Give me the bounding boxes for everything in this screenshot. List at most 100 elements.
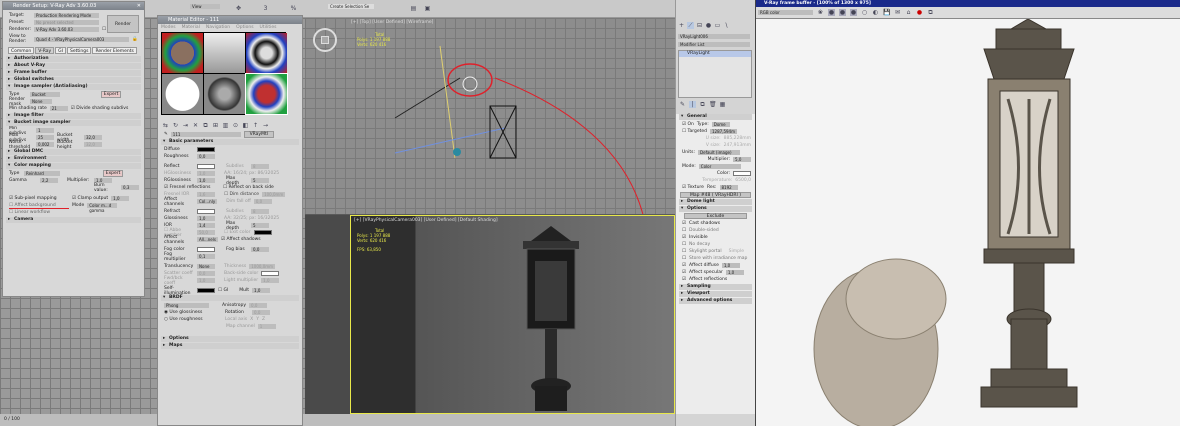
camera-viewport[interactable]: [+] [VRayPhysicalCamera003] [User Define… [350, 215, 675, 414]
option-checkbox[interactable]: ☐ Skylight portal Simple [676, 248, 755, 255]
reflect-affect-channels-dropdown[interactable]: Col...nly [197, 199, 218, 204]
texture-checkbox[interactable]: ☑ Texture [682, 185, 704, 190]
hierarchy-tab-icon[interactable]: ⊟ [696, 22, 703, 29]
refract-subdivs-spinner[interactable]: 8 [251, 209, 269, 214]
fresnel-checkbox[interactable]: ☑ Fresnel reflections [164, 185, 220, 190]
use-roughness-radio[interactable]: ○ Use roughness [164, 317, 222, 322]
color-mapping-type-dropdown[interactable]: Reinhard [24, 171, 60, 176]
burn-value-spinner[interactable]: 0,3 [121, 185, 139, 190]
back-side-swatch[interactable] [261, 271, 280, 276]
multiplier-spinner[interactable]: 5,0 [733, 157, 751, 162]
display-tab-icon[interactable]: ▭ [714, 22, 721, 29]
color-icon[interactable]: ❀ [817, 9, 824, 16]
tab-settings[interactable]: Settings [67, 47, 92, 54]
min-shading-rate-spinner[interactable]: 21 [49, 106, 68, 111]
render-button[interactable]: Render [107, 15, 139, 33]
fog-multiplier-spinner[interactable]: 0,1 [197, 254, 215, 259]
exit-color-checkbox[interactable]: ☐ Exit color [224, 230, 251, 235]
light-color-swatch[interactable] [733, 171, 751, 176]
units-dropdown[interactable]: Default (image) [698, 150, 741, 155]
light-multiplier-spinner[interactable]: 1,0 [261, 278, 280, 283]
dim-distance-spinner[interactable]: 100,0mm [262, 192, 286, 197]
rollout-global-dmc[interactable]: Global DMC [6, 149, 141, 155]
light-type-dropdown[interactable]: Dome [711, 122, 730, 127]
option-checkbox[interactable]: ☑ Affect diffuse 1,0 [676, 262, 755, 269]
linear-workflow-checkbox[interactable]: ☐ Linear workflow [9, 210, 50, 215]
rollout-general[interactable]: General [679, 114, 752, 120]
utilities-tab-icon[interactable]: \ [723, 22, 730, 29]
reflect-swatch[interactable] [197, 164, 215, 169]
res-spinner[interactable]: 8192 [719, 185, 738, 190]
eyedropper-icon[interactable]: ✎ [164, 132, 168, 137]
reset-icon[interactable]: ✕ [192, 122, 199, 129]
go-sibling-icon[interactable]: → [262, 122, 269, 129]
object-name-field[interactable]: VRayLight006 [678, 34, 750, 39]
axis-x[interactable]: X [250, 317, 253, 322]
sample-slot[interactable] [162, 74, 203, 114]
modifier-list-dropdown[interactable]: Modifier List [678, 42, 750, 47]
refract-glossiness-spinner[interactable]: 1,0 [197, 216, 215, 221]
self-illum-swatch[interactable] [197, 288, 215, 293]
channel-dropdown[interactable]: RGB color [758, 10, 813, 15]
rollout-advanced[interactable]: Advanced options [679, 298, 752, 304]
show-end-icon[interactable]: | [689, 101, 696, 108]
mono-icon[interactable]: ◐ [872, 9, 879, 16]
abbe-spinner[interactable]: 50,0 [197, 230, 215, 235]
render-mask-dropdown[interactable]: None [30, 99, 52, 104]
dim-distance-checkbox[interactable]: ☐ Dim distance [224, 192, 259, 197]
gamma-spinner[interactable]: 2,2 [40, 178, 58, 183]
tab-vray[interactable]: V-Ray [35, 47, 55, 54]
rollout-camera[interactable]: Camera [6, 217, 141, 223]
option-checkbox[interactable]: ☐ Store with irradiance map [676, 255, 755, 262]
texture-map-button[interactable]: Map #48 ( VRayHDRI ) [680, 192, 751, 198]
library-icon[interactable]: ▥ [222, 122, 229, 129]
view-dropdown[interactable]: View [190, 4, 220, 9]
rollout-brdf[interactable]: BRDF [161, 295, 299, 301]
self-illum-mult-spinner[interactable]: 1,0 [252, 288, 271, 293]
fwd-bck-spinner[interactable]: 1,0 [197, 278, 215, 283]
rotation-spinner[interactable]: 0,0 [252, 310, 270, 315]
rollout-about[interactable]: About V-Ray [6, 63, 141, 69]
pin-icon[interactable]: ✎ [679, 101, 686, 108]
alpha-icon[interactable]: ○ [861, 9, 868, 16]
sub-pixel-checkbox[interactable]: ☑ Sub-pixel mapping [9, 196, 69, 201]
rollout-basic-parameters[interactable]: Basic parameters [161, 139, 299, 145]
renderer-dropdown[interactable]: V-Ray Adv 3.60.03 [34, 27, 99, 32]
hglossiness-spinner[interactable]: 1,0 [197, 171, 215, 176]
fog-bias-spinner[interactable]: 0,0 [251, 247, 269, 252]
affect-shadows-checkbox[interactable]: ☑ Affect shadows [221, 237, 261, 242]
effects-icon[interactable]: ⊙ [232, 122, 239, 129]
roughness-spinner[interactable]: 0,0 [197, 154, 215, 159]
divide-shading-checkbox[interactable]: ☑ Divide shading subdivs [71, 106, 129, 111]
sample-slot[interactable] [245, 73, 288, 115]
red-channel-icon[interactable]: ● [828, 9, 835, 16]
option-checkbox[interactable]: ☑ Affect specular 1,0 [676, 269, 755, 276]
menu-navigation[interactable]: Navigation [206, 25, 230, 30]
preset-dropdown[interactable]: No preset selected [34, 20, 99, 25]
create-tab-icon[interactable]: + [678, 22, 685, 29]
use-glossiness-radio[interactable]: ◉ Use glossiness [164, 310, 222, 315]
go-parent-icon[interactable]: ↑ [252, 122, 259, 129]
map-channel-spinner[interactable]: 1 [257, 324, 276, 329]
rollout-color-mapping[interactable]: Color mapping [6, 163, 141, 169]
menu-options[interactable]: Options [236, 25, 253, 30]
rollout-bucket-sampler[interactable]: Bucket image sampler [6, 120, 141, 126]
lock-icon[interactable]: 🔒 [132, 37, 138, 42]
exit-color-swatch[interactable] [253, 230, 272, 235]
tab-common[interactable]: Common [8, 47, 35, 54]
menu-material[interactable]: Material [182, 25, 200, 30]
refract-swatch[interactable] [197, 209, 215, 214]
refract-affect-channels-dropdown[interactable]: All...nels [197, 237, 218, 242]
sampler-type-dropdown[interactable]: Bucket [30, 92, 60, 97]
targeted-spinner[interactable]: 1287,594m [710, 129, 737, 134]
fog-color-swatch[interactable] [197, 247, 215, 252]
on-checkbox[interactable]: ☑ On [682, 122, 694, 127]
fresnel-ior-spinner[interactable]: 1,6 [197, 192, 215, 197]
layer-icon[interactable]: ▤ [410, 5, 417, 12]
timeline[interactable]: 0 / 100 [0, 414, 675, 426]
close-icon[interactable]: ✕ [137, 2, 141, 10]
duplicate-icon[interactable]: ⧉ [927, 9, 934, 16]
clear-icon[interactable]: ⌂ [905, 9, 912, 16]
affect-background-checkbox[interactable]: ☐ Affect background [9, 203, 69, 209]
remove-modifier-icon[interactable]: 🗑 [709, 101, 717, 108]
